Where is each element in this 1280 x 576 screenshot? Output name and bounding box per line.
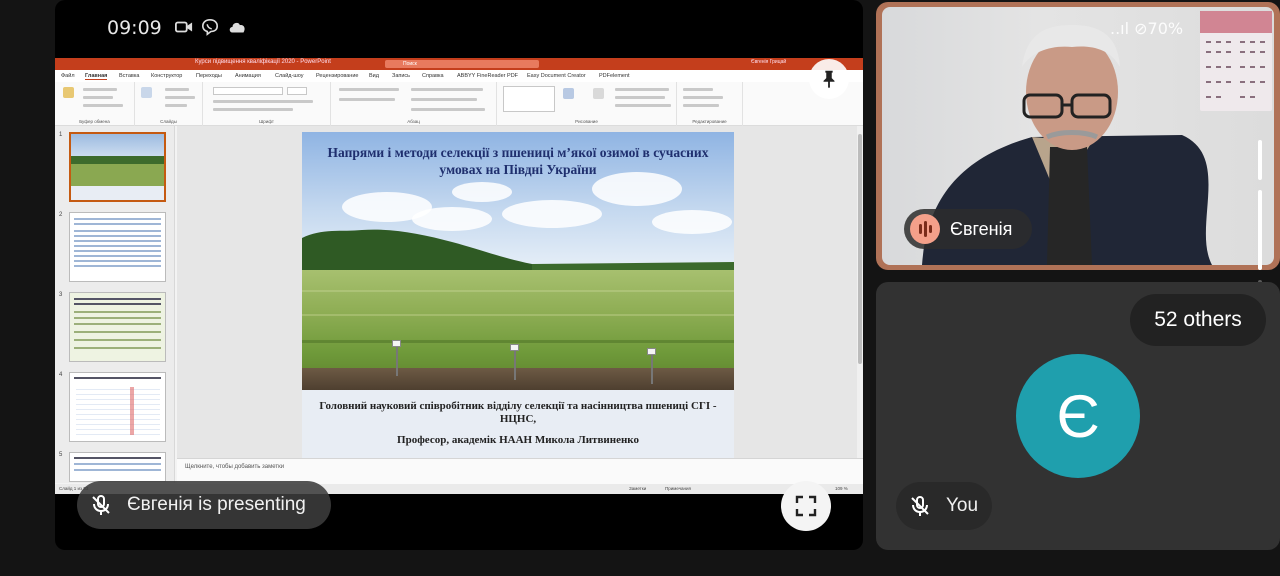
arrange-icon[interactable]	[563, 88, 574, 99]
notes-placeholder: Щелкните, чтобы добавить заметки	[185, 464, 285, 470]
tab-review[interactable]: Рецензирование	[316, 73, 358, 79]
shapes-gallery[interactable]	[503, 86, 555, 112]
vertical-scrollbar[interactable]	[857, 126, 863, 458]
phone-status-bar: 09:09	[55, 0, 863, 56]
self-tile[interactable]: 52 others Є You	[876, 282, 1280, 550]
shared-screen: Курси підвищення кваліфікації 2020 - Pow…	[55, 58, 863, 494]
tab-help[interactable]: Справка	[422, 73, 444, 79]
powerpoint-titlebar: Курси підвищення кваліфікації 2020 - Pow…	[55, 58, 863, 70]
search-box[interactable]: Поиск	[385, 60, 539, 68]
avatar-letter: Є	[1056, 383, 1100, 450]
new-slide-icon[interactable]	[141, 87, 152, 98]
slide-footer: Головний науковий співробітник відділу с…	[302, 390, 734, 458]
paste-icon[interactable]	[63, 87, 74, 98]
self-label: You	[946, 495, 979, 516]
speaker-name: Євгенія	[950, 219, 1013, 239]
slide-canvas: Напрями і методи селекції з пшениці м’як…	[177, 126, 863, 458]
others-count: 52 others	[1154, 308, 1242, 331]
slide-number: 3	[59, 292, 63, 298]
slide-title: Напрями і методи селекції з пшениці м’як…	[327, 145, 709, 177]
app-title: Курси підвищення кваліфікації 2020 - Pow…	[195, 59, 331, 65]
ribbon-group-paragraph: Абзац	[331, 82, 497, 126]
font-name-select[interactable]	[213, 87, 283, 95]
tab-transitions[interactable]: Переходы	[196, 73, 222, 79]
slide-thumbnail-2[interactable]	[69, 212, 166, 282]
ribbon-group-editing: Редактирование	[677, 82, 743, 126]
zoom-level[interactable]: 109 %	[835, 486, 848, 491]
tab-record[interactable]: Запись	[392, 73, 410, 79]
meeting-stage: 09:09 Курси підвищення кваліфікації 2020…	[0, 0, 1280, 576]
slide-thumbnails-pane: 1 2 3 4 5	[55, 126, 175, 483]
ribbon-label-drawing: Рисование	[575, 119, 598, 124]
plot-sign	[392, 340, 401, 347]
slide-thumbnail-1[interactable]	[69, 132, 166, 202]
slide-number: 2	[59, 212, 63, 218]
slide-author-line-1: Головний науковий співробітник відділу с…	[319, 400, 717, 425]
tab-abbyy[interactable]: ABBYY FineReader PDF	[457, 73, 518, 79]
pin-button[interactable]	[809, 59, 849, 99]
plot-sign	[647, 348, 656, 355]
cloud-icon	[229, 22, 245, 33]
ribbon-label-font: Шрифт	[259, 119, 274, 124]
comments-toggle[interactable]: Примечания	[665, 486, 691, 491]
fullscreen-icon	[795, 495, 817, 517]
plot-sign	[510, 344, 519, 351]
current-slide: Напрями і методи селекції з пшениці м’як…	[302, 132, 734, 458]
others-count-chip[interactable]: 52 others	[1130, 294, 1266, 346]
presentation-tile[interactable]: 09:09 Курси підвищення кваліфікації 2020…	[55, 0, 863, 550]
speaker-name-chip: Євгенія	[904, 209, 1032, 249]
notes-toggle[interactable]: Заметки	[629, 486, 646, 491]
slide-number: 5	[59, 452, 63, 458]
tab-slideshow[interactable]: Слайд-шоу	[275, 73, 304, 79]
speaker-video: ..ıl ⊘70% Євгенія	[882, 7, 1274, 265]
font-size-select[interactable]	[287, 87, 307, 95]
ribbon-group-font: Шрифт	[203, 82, 331, 126]
tree-line	[302, 229, 734, 274]
mic-off-icon	[92, 495, 110, 515]
speaker-tile[interactable]: ..ıl ⊘70% Євгенія	[876, 2, 1280, 270]
slide-number: 4	[59, 372, 63, 378]
fullscreen-button[interactable]	[781, 481, 831, 531]
pin-icon	[823, 70, 835, 89]
tab-file[interactable]: Файл	[61, 73, 75, 79]
tab-design[interactable]: Конструктор	[151, 73, 182, 79]
status-time: 09:09	[107, 17, 162, 39]
tab-home[interactable]: Главная	[85, 73, 108, 80]
ribbon-label-slides: Слайды	[160, 119, 177, 124]
soil-strip	[302, 368, 734, 390]
ribbon: Буфер обмена Слайды Шрифт Абзац Рисовани…	[55, 82, 863, 126]
self-name-chip: You	[896, 482, 992, 530]
slide-number: 1	[59, 132, 63, 138]
audio-wave-icon	[910, 214, 940, 244]
presenting-label: Євгенія is presenting	[127, 494, 306, 515]
mic-off-icon	[911, 496, 929, 516]
ribbon-label-paragraph: Абзац	[407, 119, 420, 124]
user-name: Євгенія Грицай	[751, 59, 787, 65]
tab-view[interactable]: Вид	[369, 73, 379, 79]
ribbon-label-clipboard: Буфер обмена	[79, 119, 110, 124]
ribbon-tabs: Файл Главная Вставка Конструктор Переход…	[55, 70, 863, 82]
ribbon-label-editing: Редактирование	[692, 119, 727, 124]
slide-thumbnail-5[interactable]	[69, 452, 166, 482]
slide-author-line-2: Професор, академік НААН Микола Литвиненк…	[397, 434, 639, 446]
avatar: Є	[1016, 354, 1140, 478]
ribbon-group-drawing: Рисование	[497, 82, 677, 126]
slide-thumbnail-3[interactable]	[69, 292, 166, 362]
slide-thumbnail-4[interactable]	[69, 372, 166, 442]
ribbon-group-clipboard: Буфер обмена	[55, 82, 135, 126]
video-camera-icon	[175, 21, 193, 33]
tab-animation[interactable]: Анимация	[235, 73, 261, 79]
viber-icon	[201, 18, 219, 36]
quick-styles-icon[interactable]	[593, 88, 604, 99]
tab-insert[interactable]: Вставка	[119, 73, 139, 79]
tab-easy-document[interactable]: Easy Document Creator	[527, 73, 586, 79]
presenting-chip: Євгенія is presenting	[77, 481, 331, 529]
ribbon-group-slides: Слайды	[135, 82, 203, 126]
speaker-status-overlay: ..ıl ⊘70%	[1110, 19, 1184, 38]
tab-pdfelement[interactable]: PDFelement	[599, 73, 630, 79]
